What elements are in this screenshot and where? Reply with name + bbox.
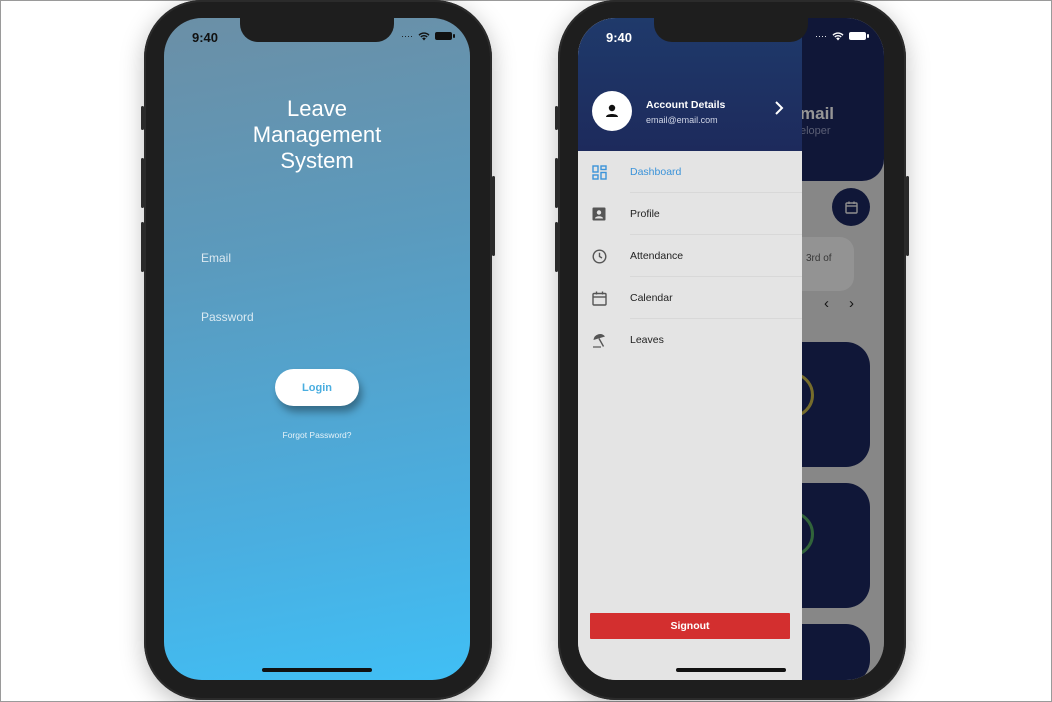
- clock-icon: [590, 247, 608, 265]
- dashboard-screen: mail eloper 3rd of ‹ › Account Details e…: [578, 18, 884, 680]
- dashboard-icon: [590, 163, 608, 181]
- email-field[interactable]: Email: [201, 251, 231, 265]
- drawer-scrim[interactable]: [802, 18, 884, 680]
- notch: [240, 18, 394, 42]
- navigation-drawer: Account Details email@email.com Dashboar…: [578, 18, 802, 680]
- volume-up-button: [555, 158, 558, 208]
- menu-item-attendance[interactable]: Attendance: [591, 235, 802, 277]
- calendar-icon: [590, 289, 608, 307]
- signal-icon: ····: [815, 31, 827, 41]
- status-time: 9:40: [606, 30, 633, 45]
- menu-label: Attendance: [630, 249, 684, 262]
- chevron-right-icon: [775, 101, 784, 115]
- power-button: [906, 176, 909, 256]
- battery-icon: [849, 32, 869, 40]
- wifi-icon: [418, 31, 430, 40]
- home-indicator: [262, 668, 372, 672]
- battery-icon: [435, 32, 455, 40]
- login-screen: 9:40 ···· Leave Management System Email …: [164, 18, 470, 680]
- menu-label: Calendar: [630, 291, 673, 304]
- app-title: Leave Management System: [252, 96, 382, 173]
- phone-login: 9:40 ···· Leave Management System Email …: [141, 0, 495, 700]
- menu-item-dashboard[interactable]: Dashboard: [591, 151, 802, 193]
- status-icons: ····: [815, 31, 869, 41]
- volume-up-button: [141, 158, 144, 208]
- home-indicator: [676, 668, 786, 672]
- account-title: Account Details: [646, 99, 726, 111]
- notch: [654, 18, 808, 42]
- menu-label: Leaves: [630, 334, 664, 346]
- phone-drawer: mail eloper 3rd of ‹ › Account Details e…: [555, 0, 909, 700]
- profile-icon: [590, 205, 608, 223]
- menu-label: Profile: [630, 207, 660, 220]
- status-time: 9:40: [192, 30, 219, 45]
- volume-down-button: [555, 222, 558, 272]
- avatar: [592, 91, 632, 131]
- login-button[interactable]: Login: [275, 369, 359, 406]
- drawer-menu: Dashboard Profile Attendance Calendar Le…: [578, 151, 802, 361]
- mute-switch: [141, 106, 144, 130]
- mute-switch: [555, 106, 558, 130]
- menu-item-profile[interactable]: Profile: [592, 193, 802, 235]
- status-icons: ····: [401, 31, 455, 41]
- signout-button[interactable]: Signout: [590, 613, 790, 639]
- menu-item-calendar[interactable]: Calendar: [591, 277, 802, 319]
- menu-item-leaves[interactable]: Leaves: [592, 319, 802, 361]
- account-email: email@email.com: [646, 115, 718, 125]
- menu-label: Dashboard: [630, 165, 682, 178]
- password-field[interactable]: Password: [201, 310, 254, 324]
- beach-umbrella-icon: [590, 331, 608, 349]
- volume-down-button: [141, 222, 144, 272]
- forgot-password-link[interactable]: Forgot Password?: [164, 430, 470, 440]
- person-icon: [606, 104, 618, 117]
- wifi-icon: [832, 31, 844, 40]
- signal-icon: ····: [401, 31, 413, 41]
- power-button: [492, 176, 495, 256]
